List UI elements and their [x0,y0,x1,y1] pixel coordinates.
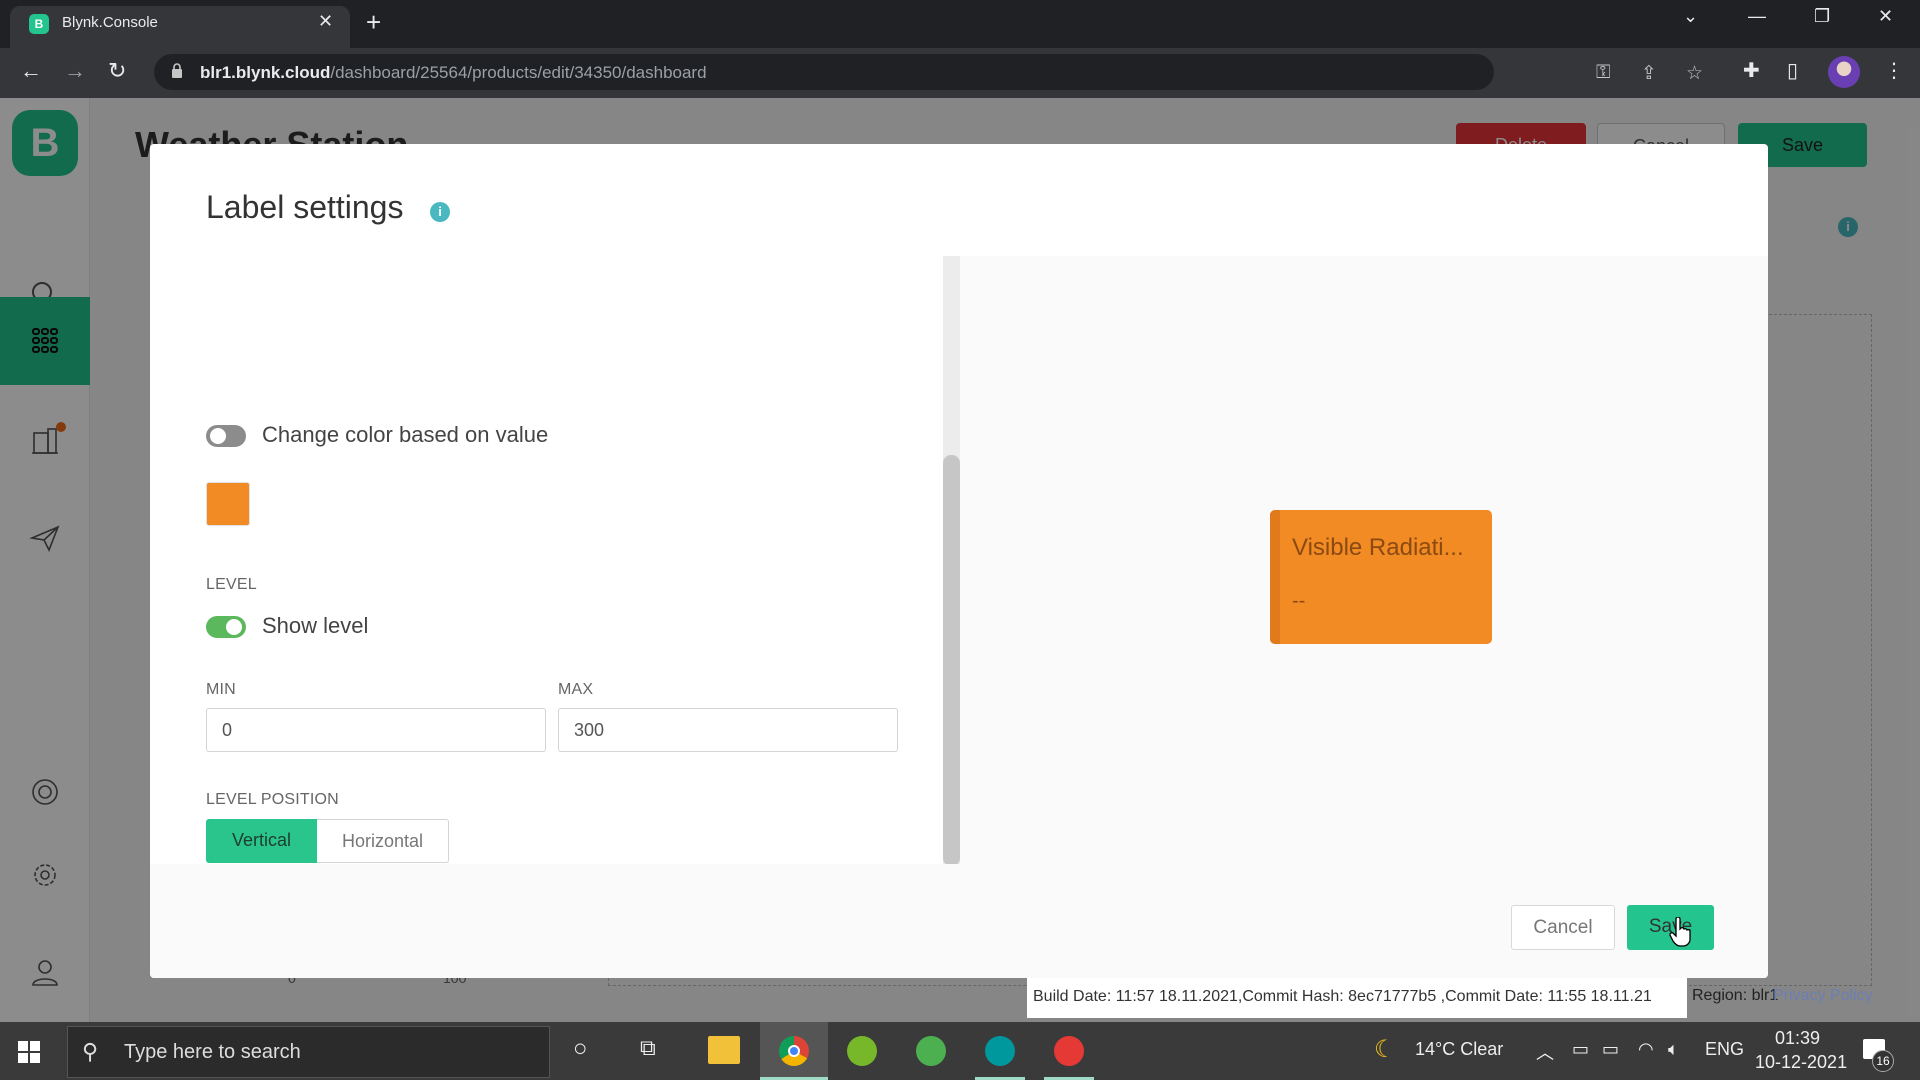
show-level-toggle[interactable] [206,616,246,638]
change-color-label: Change color based on value [262,422,549,447]
level-position-label: LEVEL POSITION [206,791,339,808]
taskbar-search[interactable]: ⚲ Type here to search [67,1026,550,1078]
file-explorer-icon[interactable] [708,1036,740,1064]
lock-icon [172,63,182,78]
cortana-icon[interactable]: ○ [573,1035,588,1063]
level-position-segmented: Vertical Horizontal [206,819,449,863]
send-app-icon[interactable] [916,1036,946,1066]
browser-toolbar: ← → ↻ blr1.blynk.cloud/dashboard/25564/p… [0,48,1920,98]
max-input[interactable] [558,708,898,752]
max-label: MAX [558,681,594,698]
window-close-button[interactable]: ✕ [1878,6,1893,27]
share-icon[interactable]: ⇪ [1641,62,1657,85]
level-bar [1270,510,1280,644]
widget-value: -- [1292,590,1306,612]
browser-tab-bar: B Blynk.Console ✕ + ⌄ — ❐ ✕ [0,0,1920,48]
back-arrow-icon[interactable]: ← [20,58,42,84]
reload-icon[interactable]: ↻ [108,58,126,84]
label-widget-preview: Visible Radiati... -- [1270,510,1492,644]
notification-count-badge: 16 [1872,1050,1894,1072]
wifi-icon[interactable]: ◠ [1638,1039,1654,1060]
min-label: MIN [206,681,236,698]
url-text: blr1.blynk.cloud/dashboard/25564/product… [200,63,707,82]
modal-title: Label settings [206,189,404,225]
windows-start-icon[interactable] [18,1041,40,1063]
new-tab-button[interactable]: + [366,8,381,36]
region-label: Region: blr1 [1692,987,1779,1004]
show-hidden-icons-chevron[interactable]: ︿ [1536,1039,1554,1065]
hand-cursor-icon [1669,917,1691,947]
recorder-icon[interactable] [1054,1036,1084,1066]
utorrent-icon[interactable] [847,1036,877,1066]
settings-panel: Change color based on value LEVEL Show l… [150,256,944,965]
build-info: Build Date: 11:57 18.11.2021,Commit Hash… [1027,978,1687,1018]
taskbar-search-placeholder: Type here to search [124,1041,301,1063]
info-icon[interactable]: i [430,202,450,222]
widget-color-swatch[interactable] [206,482,250,526]
forward-arrow-icon[interactable]: → [64,58,86,84]
windows-taskbar: ⚲ Type here to search ○ ⧉ ☾ 14°C Clear ︿… [0,1022,1920,1080]
chrome-icon-center [788,1045,800,1057]
address-bar[interactable]: blr1.blynk.cloud/dashboard/25564/product… [154,54,1703,90]
meet-now-icon[interactable]: ▭ [1572,1039,1589,1060]
show-level-label: Show level [262,613,369,638]
bookmark-star-icon[interactable]: ☆ [1686,62,1703,85]
segment-horizontal[interactable]: Horizontal [317,819,449,863]
settings-scrollbar[interactable] [943,256,960,866]
label-settings-modal: Label settings i Change color based on v… [150,144,1768,978]
tab-close-icon[interactable]: ✕ [318,11,333,32]
cancel-button[interactable]: Cancel [1511,905,1615,950]
segment-vertical[interactable]: Vertical [206,819,317,863]
battery-icon[interactable]: ▭ [1602,1039,1619,1060]
tab-search-chevron-icon[interactable]: ⌄ [1683,6,1698,27]
chrome-taskbar-button[interactable] [760,1022,828,1080]
level-section-label: LEVEL [206,576,257,593]
privacy-policy-link[interactable]: Privacy Policy [1773,987,1873,1005]
moon-weather-icon[interactable]: ☾ [1374,1035,1396,1064]
search-icon: ⚲ [82,1039,99,1064]
weather-text[interactable]: 14°C Clear [1415,1039,1503,1060]
browser-tab[interactable]: B Blynk.Console ✕ [10,6,350,48]
extensions-puzzle-icon[interactable]: ✚ [1743,58,1760,83]
volume-icon[interactable]: 🔈︎ [1668,1039,1679,1060]
modal-footer: Cancel Save [150,864,1768,978]
key-icon[interactable]: ⚿ [1596,62,1610,84]
arduino-icon[interactable] [985,1036,1015,1066]
browser-menu-icon[interactable]: ⋮ [1884,58,1904,83]
clock-time[interactable]: 01:39 [1775,1028,1820,1049]
task-view-icon[interactable]: ⧉ [640,1035,656,1061]
scrollbar-thumb[interactable] [943,455,960,866]
min-input[interactable] [206,708,546,752]
restore-button[interactable]: ❐ [1814,6,1830,27]
profile-avatar[interactable] [1828,56,1860,88]
widget-name: Visible Radiati... [1292,534,1464,561]
blynk-console-page: B Weather [0,98,1920,1022]
change-color-toggle[interactable] [206,425,246,447]
minimize-button[interactable]: — [1748,6,1766,27]
blynk-favicon-icon: B [29,14,49,34]
side-panel-icon[interactable]: ▯ [1787,58,1798,83]
widget-preview-panel: Visible Radiati... -- [960,256,1768,864]
language-indicator[interactable]: ENG [1705,1039,1744,1060]
clock-date[interactable]: 10-12-2021 [1755,1052,1847,1073]
tab-title: Blynk.Console [62,14,158,31]
